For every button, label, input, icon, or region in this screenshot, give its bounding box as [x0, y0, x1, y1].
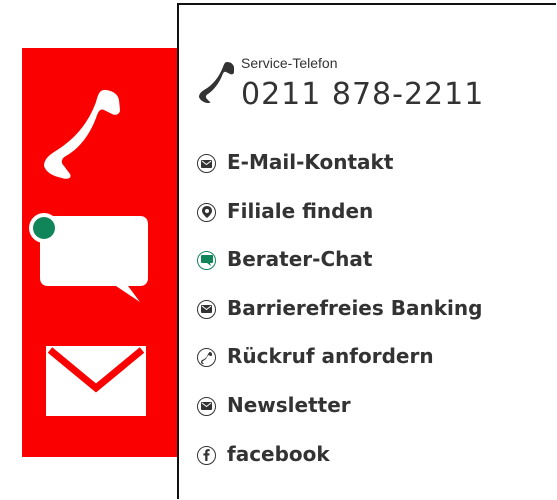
mail-icon: [197, 396, 216, 416]
menu-item-request-callback[interactable]: Rückruf anfordern: [197, 344, 482, 393]
menu-item-find-branch[interactable]: Filiale finden: [197, 199, 482, 248]
menu-item-newsletter[interactable]: Newsletter: [197, 393, 482, 442]
mail-icon: [46, 346, 146, 416]
menu-item-label: Newsletter: [227, 392, 351, 417]
menu-item-accessible-banking[interactable]: Barrierefreies Banking: [197, 296, 482, 345]
sidebar-mail-button[interactable]: [46, 346, 146, 416]
menu-item-label: facebook: [227, 441, 330, 466]
menu-item-email-contact[interactable]: E-Mail-Kontakt: [197, 150, 482, 199]
phone-icon: [197, 348, 216, 368]
menu-item-label: E-Mail-Kontakt: [227, 150, 394, 174]
service-phone-label: Service-Telefon: [241, 55, 338, 71]
menu-item-label: Rückruf anfordern: [227, 344, 434, 369]
chat-icon: [29, 213, 148, 302]
phone-icon: [44, 90, 120, 179]
mail-icon: [197, 299, 216, 319]
menu-item-label: Filiale finden: [227, 198, 374, 223]
contact-menu: E-Mail-Kontakt Filiale finden Berater-Ch…: [197, 150, 482, 490]
menu-item-advisor-chat[interactable]: Berater-Chat: [197, 247, 482, 296]
contact-sidebar: [22, 48, 177, 457]
contact-panel: Service-Telefon 0211 878-2211 E-Mail-Kon…: [177, 3, 556, 499]
service-phone[interactable]: Service-Telefon 0211 878-2211: [199, 55, 539, 121]
sidebar-phone-button[interactable]: [42, 88, 122, 180]
menu-item-label: Berater-Chat: [227, 247, 373, 272]
sidebar-chat-button[interactable]: [24, 208, 149, 304]
menu-item-label: Barrierefreies Banking: [227, 295, 483, 320]
mail-icon: [197, 154, 216, 173]
chat-icon: [197, 251, 216, 271]
facebook-icon: [197, 445, 216, 465]
service-phone-number[interactable]: 0211 878-2211: [241, 77, 484, 112]
location-pin-icon: [197, 202, 216, 222]
menu-item-facebook[interactable]: facebook: [197, 442, 482, 491]
phone-icon: [199, 62, 234, 103]
